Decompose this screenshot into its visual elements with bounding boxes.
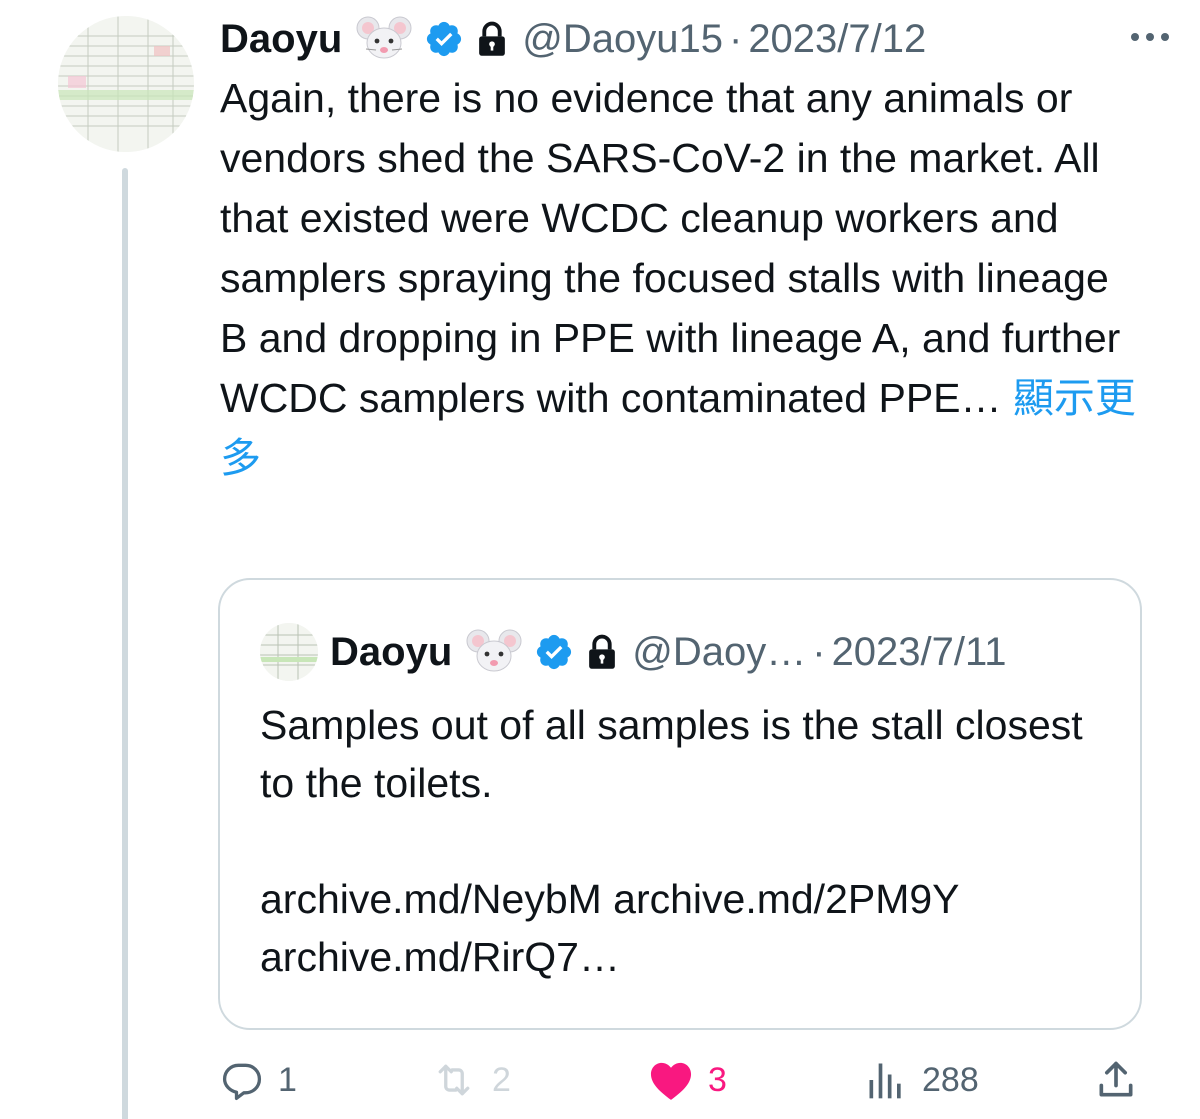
share-icon bbox=[1099, 1061, 1133, 1097]
author-name[interactable]: Daoyu bbox=[220, 12, 342, 66]
more-dots-icon bbox=[1131, 33, 1169, 41]
separator-dot: · bbox=[728, 17, 743, 61]
tweet-date[interactable]: 2023/7/12 bbox=[748, 12, 926, 66]
retweet-icon bbox=[438, 1064, 470, 1096]
quoted-tweet-text: Samples out of all samples is the stall … bbox=[260, 696, 1120, 986]
verified-badge-icon bbox=[534, 632, 574, 672]
quoted-author-handle: @Daoy… bbox=[632, 629, 807, 674]
retweet-count: 2 bbox=[492, 1060, 511, 1099]
like-count: 3 bbox=[708, 1060, 727, 1099]
quoted-tweet-date: 2023/7/11 bbox=[831, 629, 1007, 674]
lock-icon bbox=[476, 21, 508, 57]
heart-icon bbox=[650, 1062, 692, 1100]
reply-icon bbox=[222, 1063, 262, 1100]
quoted-text-line: Samples out of all samples is the stall … bbox=[260, 702, 1083, 806]
quoted-author-name: Daoyu bbox=[330, 629, 453, 674]
share-button[interactable] bbox=[1094, 1052, 1138, 1108]
views-icon bbox=[869, 1063, 901, 1099]
more-options-button[interactable] bbox=[1120, 14, 1180, 60]
verified-badge-icon[interactable] bbox=[424, 19, 464, 59]
views-button[interactable]: 288 bbox=[864, 1052, 979, 1108]
tweet-actions: 1 2 3 288 bbox=[220, 1052, 1160, 1108]
author-handle[interactable]: @Daoyu15 bbox=[522, 12, 723, 66]
thread-line bbox=[122, 168, 128, 1119]
separator-dot: · bbox=[812, 629, 826, 674]
retweet-button[interactable]: 2 bbox=[430, 1052, 511, 1108]
avatar-image bbox=[58, 16, 194, 152]
lock-icon bbox=[586, 634, 618, 670]
quoted-tweet-header: Daoyu @Daoy… · 2023/7/11 bbox=[260, 622, 1100, 682]
quoted-author-avatar bbox=[260, 623, 318, 681]
mouse-emoji-icon bbox=[356, 16, 412, 62]
quoted-links[interactable]: archive.md/NeybM archive.md/2PM9Y archiv… bbox=[260, 870, 1120, 986]
quoted-tweet[interactable]: Daoyu @Daoy… · 2023/7/11 Samples out of … bbox=[218, 578, 1142, 1030]
reply-count: 1 bbox=[278, 1060, 297, 1099]
tweet-text-content: Again, there is no evidence that any ani… bbox=[220, 75, 1121, 421]
mouse-emoji-icon bbox=[466, 629, 522, 675]
reply-button[interactable]: 1 bbox=[220, 1052, 297, 1108]
like-button[interactable]: 3 bbox=[648, 1052, 727, 1108]
author-avatar[interactable] bbox=[58, 16, 194, 152]
views-count: 288 bbox=[922, 1060, 979, 1099]
tweet-page: Daoyu @Daoyu15 · 2023/7/12 Again, there … bbox=[0, 0, 1200, 1119]
tweet-text: Again, there is no evidence that any ani… bbox=[220, 68, 1140, 488]
tweet-header: Daoyu @Daoyu15 · 2023/7/12 bbox=[220, 12, 1140, 66]
